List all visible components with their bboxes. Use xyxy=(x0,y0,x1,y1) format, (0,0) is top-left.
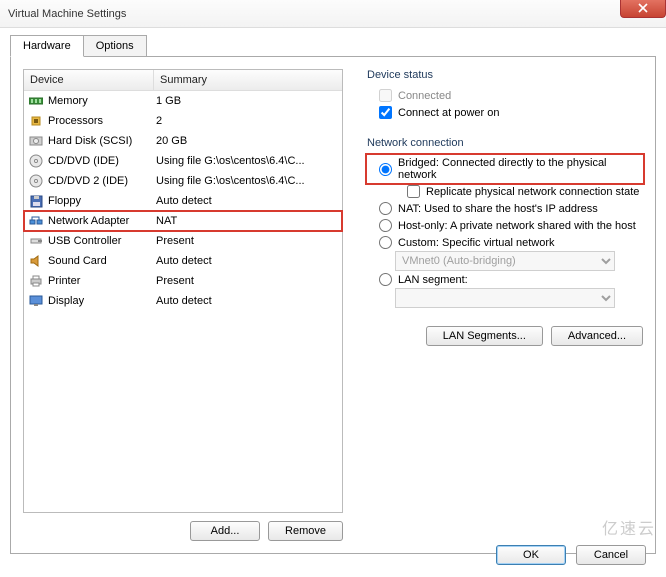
printer-icon xyxy=(28,273,44,289)
replicate-checkbox-row[interactable]: Replicate physical network connection st… xyxy=(395,183,643,200)
lan-select-wrap xyxy=(395,288,643,308)
device-summary: Present xyxy=(156,275,338,287)
bridged-radio-row[interactable]: Bridged: Connected directly to the physi… xyxy=(367,155,643,183)
device-summary: Using file G:\os\centos\6.4\C... xyxy=(156,155,338,167)
lan-radio-row[interactable]: LAN segment: xyxy=(367,271,643,288)
tab-options[interactable]: Options xyxy=(83,35,147,57)
device-row-printer[interactable]: Printer Present xyxy=(24,271,342,291)
header-device: Device xyxy=(24,70,154,90)
device-row-cddvd[interactable]: CD/DVD (IDE) Using file G:\os\centos\6.4… xyxy=(24,151,342,171)
close-icon xyxy=(638,3,648,13)
device-row-floppy[interactable]: Floppy Auto detect xyxy=(24,191,342,211)
device-list: Device Summary Memory 1 GB Processors 2 … xyxy=(23,69,343,513)
device-name: Network Adapter xyxy=(48,215,156,227)
device-summary: Auto detect xyxy=(156,255,338,267)
lan-segments-button[interactable]: LAN Segments... xyxy=(426,326,543,346)
device-row-display[interactable]: Display Auto detect xyxy=(24,291,342,311)
device-summary: 2 xyxy=(156,115,338,127)
poweron-checkbox[interactable] xyxy=(379,106,392,119)
device-row-processors[interactable]: Processors 2 xyxy=(24,111,342,131)
device-name: Sound Card xyxy=(48,255,156,267)
device-name: Display xyxy=(48,295,156,307)
device-name: Printer xyxy=(48,275,156,287)
device-summary: Auto detect xyxy=(156,295,338,307)
bridged-radio[interactable] xyxy=(379,163,392,176)
device-summary: Auto detect xyxy=(156,195,338,207)
hdd-icon xyxy=(28,133,44,149)
right-column: Device status Connected Connect at power… xyxy=(367,69,643,541)
advanced-button[interactable]: Advanced... xyxy=(551,326,643,346)
hostonly-label: Host-only: A private network shared with… xyxy=(398,220,636,232)
device-summary: Present xyxy=(156,235,338,247)
remove-button[interactable]: Remove xyxy=(268,521,343,541)
monitor-icon xyxy=(28,293,44,309)
close-button[interactable] xyxy=(620,0,666,18)
device-name: Hard Disk (SCSI) xyxy=(48,135,156,147)
device-buttons: Add... Remove xyxy=(23,521,343,541)
group-title: Network connection xyxy=(367,137,643,149)
device-name: Floppy xyxy=(48,195,156,207)
cpu-icon xyxy=(28,113,44,129)
lan-select xyxy=(395,288,615,308)
titlebar: Virtual Machine Settings xyxy=(0,0,666,28)
device-name: CD/DVD 2 (IDE) xyxy=(48,175,156,187)
left-column: Device Summary Memory 1 GB Processors 2 … xyxy=(23,69,343,541)
network-buttons: LAN Segments... Advanced... xyxy=(367,326,643,346)
device-row-cddvd2[interactable]: CD/DVD 2 (IDE) Using file G:\os\centos\6… xyxy=(24,171,342,191)
nat-radio[interactable] xyxy=(379,202,392,215)
custom-radio[interactable] xyxy=(379,236,392,249)
connected-checkbox xyxy=(379,89,392,102)
lan-label: LAN segment: xyxy=(398,274,468,286)
device-name: Memory xyxy=(48,95,156,107)
device-row-network[interactable]: Network Adapter NAT xyxy=(24,211,342,231)
window-title: Virtual Machine Settings xyxy=(8,8,126,20)
hostonly-radio[interactable] xyxy=(379,219,392,232)
device-row-memory[interactable]: Memory 1 GB xyxy=(24,91,342,111)
vmnet-select: VMnet0 (Auto-bridging) xyxy=(395,251,615,271)
header-summary: Summary xyxy=(154,70,342,90)
device-list-header: Device Summary xyxy=(24,70,342,91)
ok-button[interactable]: OK xyxy=(496,545,566,565)
dialog-footer: OK Cancel xyxy=(496,545,646,565)
cancel-button[interactable]: Cancel xyxy=(576,545,646,565)
hostonly-radio-row[interactable]: Host-only: A private network shared with… xyxy=(367,217,643,234)
device-status-group: Device status Connected Connect at power… xyxy=(367,69,643,121)
custom-radio-row[interactable]: Custom: Specific virtual network xyxy=(367,234,643,251)
device-summary: 1 GB xyxy=(156,95,338,107)
device-name: USB Controller xyxy=(48,235,156,247)
custom-select-wrap: VMnet0 (Auto-bridging) xyxy=(395,251,643,271)
network-icon xyxy=(28,213,44,229)
network-connection-group: Network connection Bridged: Connected di… xyxy=(367,137,643,346)
bridged-label: Bridged: Connected directly to the physi… xyxy=(398,157,639,181)
device-name: Processors xyxy=(48,115,156,127)
device-summary: Using file G:\os\centos\6.4\C... xyxy=(156,175,338,187)
device-row-harddisk[interactable]: Hard Disk (SCSI) 20 GB xyxy=(24,131,342,151)
poweron-checkbox-row[interactable]: Connect at power on xyxy=(367,104,643,121)
nat-label: NAT: Used to share the host's IP address xyxy=(398,203,598,215)
device-name: CD/DVD (IDE) xyxy=(48,155,156,167)
device-row-sound[interactable]: Sound Card Auto detect xyxy=(24,251,342,271)
main-panel: Device Summary Memory 1 GB Processors 2 … xyxy=(10,56,656,554)
replicate-checkbox[interactable] xyxy=(407,185,420,198)
tab-hardware[interactable]: Hardware xyxy=(10,35,84,57)
usb-icon xyxy=(28,233,44,249)
disc-icon xyxy=(28,173,44,189)
poweron-label: Connect at power on xyxy=(398,107,500,119)
tab-bar: Hardware Options xyxy=(10,34,666,56)
custom-label: Custom: Specific virtual network xyxy=(398,237,555,249)
disc-icon xyxy=(28,153,44,169)
add-button[interactable]: Add... xyxy=(190,521,260,541)
memory-icon xyxy=(28,93,44,109)
connected-checkbox-row[interactable]: Connected xyxy=(367,87,643,104)
device-summary: 20 GB xyxy=(156,135,338,147)
group-title: Device status xyxy=(367,69,643,81)
speaker-icon xyxy=(28,253,44,269)
lan-radio[interactable] xyxy=(379,273,392,286)
device-summary: NAT xyxy=(156,215,338,227)
nat-radio-row[interactable]: NAT: Used to share the host's IP address xyxy=(367,200,643,217)
floppy-icon xyxy=(28,193,44,209)
device-row-usb[interactable]: USB Controller Present xyxy=(24,231,342,251)
connected-label: Connected xyxy=(398,90,451,102)
replicate-label: Replicate physical network connection st… xyxy=(426,186,639,198)
